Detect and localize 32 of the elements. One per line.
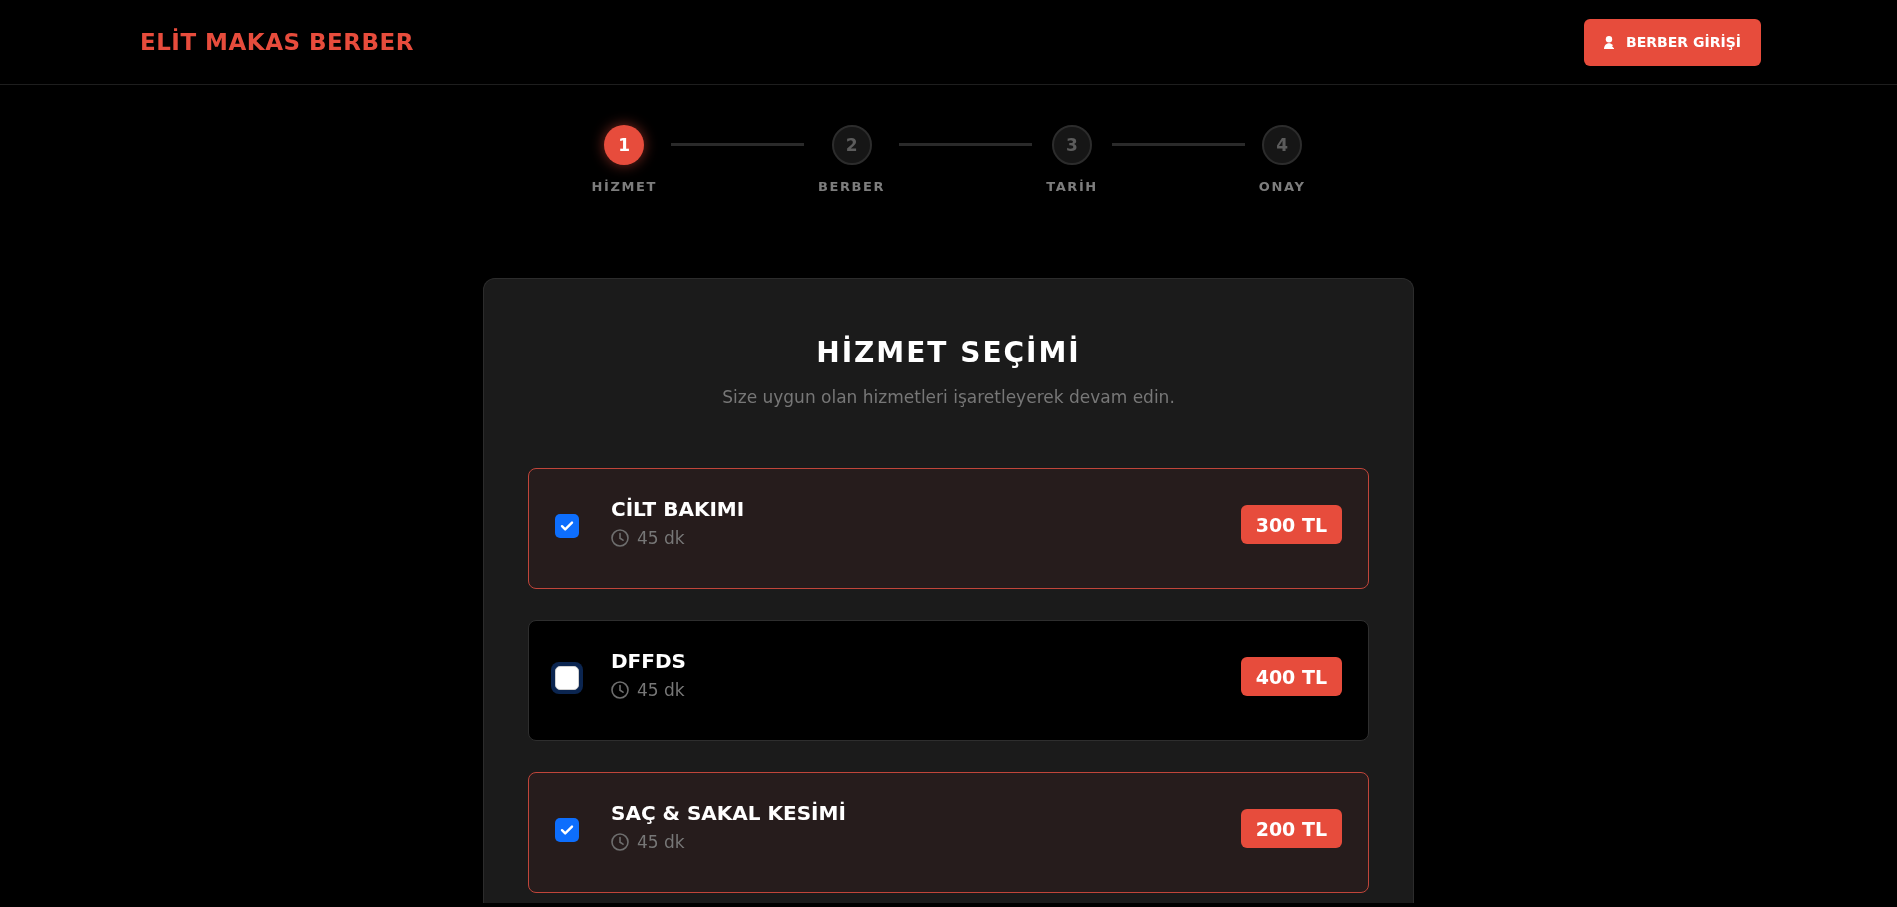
user-icon	[1604, 35, 1617, 49]
service-name: SAÇ & SAKAL KESİMİ	[611, 800, 847, 826]
checkmark-icon	[560, 823, 574, 837]
price-badge: 400 TL	[1240, 657, 1342, 696]
price-badge: 200 TL	[1240, 809, 1342, 848]
service-duration: 45 dk	[637, 831, 685, 853]
price-badge: 300 TL	[1240, 505, 1342, 544]
step-number: 3	[1052, 125, 1093, 165]
panel-title: HİZMET SEÇİMİ	[815, 336, 1082, 370]
service-option[interactable]: CİLT BAKIMI 45 dk 300 TL	[528, 468, 1369, 589]
service-name: DFFDS	[611, 648, 687, 674]
service-option[interactable]: DFFDS 45 dk 400 TL	[528, 620, 1369, 741]
service-duration: 45 dk	[637, 679, 685, 701]
login-button[interactable]: BERBER GİRİŞİ	[1584, 18, 1761, 66]
clock-icon	[611, 681, 629, 699]
step-label: ONAY	[1258, 179, 1306, 194]
clock-icon	[611, 529, 629, 547]
step-label: TARİH	[1046, 179, 1098, 194]
service-name: CİLT BAKIMI	[611, 496, 746, 522]
checkmark-icon	[560, 519, 574, 533]
step-label: BERBER	[818, 179, 886, 194]
panel-subtitle: Size uygun olan hizmetleri işaretleyerek devam edin.	[721, 386, 1176, 408]
service-option[interactable]: SAÇ & SAKAL KESİMİ 45 dk 200 TL	[528, 772, 1369, 893]
step-number: 4	[1262, 125, 1303, 165]
clock-icon	[611, 833, 629, 851]
step-label: HİZMET	[591, 179, 657, 194]
logo-text: ELİT MAKAS BERBER	[140, 29, 414, 55]
step-number: 1	[604, 125, 645, 165]
checkbox[interactable]	[555, 514, 579, 538]
service-duration: 45 dk	[637, 527, 685, 549]
step-number: 2	[831, 125, 872, 165]
checkbox[interactable]	[555, 818, 579, 842]
